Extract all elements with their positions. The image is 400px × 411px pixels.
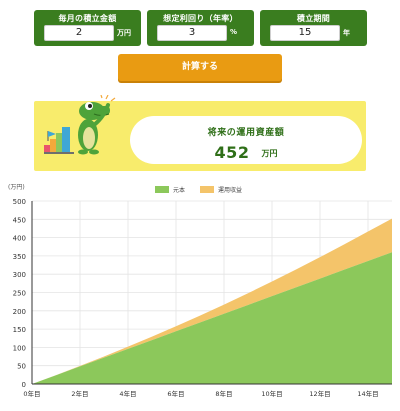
expected-return-input[interactable]: 3 xyxy=(157,25,227,41)
calculate-button[interactable]: 計算する xyxy=(118,54,282,81)
duration-label: 積立期間 xyxy=(296,14,331,23)
duration-input[interactable]: 15 xyxy=(270,25,340,41)
expected-return-card: 想定利回り（年率） 3 % xyxy=(147,10,254,46)
legend-label-1: 運用収益 xyxy=(218,186,242,194)
y-tick-label: 300 xyxy=(13,271,26,279)
legend-swatch-1 xyxy=(200,186,214,193)
duration-card: 積立期間 15 年 xyxy=(260,10,367,46)
asset-growth-chart: (万円) 元本 運用収益 0 50 100 150 200 250 300 350 400 450 500… xyxy=(8,184,392,398)
x-tick-label: 14年目 xyxy=(357,389,378,398)
expected-return-label: 想定利回り（年率） xyxy=(163,14,238,23)
x-tick-label: 4年目 xyxy=(119,389,136,398)
result-value-row: 452 万円 xyxy=(130,143,362,162)
y-tick-label: 500 xyxy=(13,198,26,206)
x-tick-label: 12年目 xyxy=(309,389,330,398)
x-tick-label: 10年目 xyxy=(261,389,282,398)
y-tick-label: 50 xyxy=(17,363,26,371)
y-tick-label: 100 xyxy=(13,344,26,352)
x-tick-label: 6年目 xyxy=(167,389,184,398)
monthly-amount-input[interactable]: 2 xyxy=(44,25,114,41)
result-pill: 将来の運用資産額 452 万円 xyxy=(130,116,362,164)
y-tick-label: 350 xyxy=(13,253,26,261)
x-tick-label: 0年目 xyxy=(23,389,40,398)
y-tick-label: 250 xyxy=(13,290,26,298)
x-tick-label: 2年目 xyxy=(71,389,88,398)
y-tick-label: 0 xyxy=(22,381,26,389)
y-tick-label: 450 xyxy=(13,216,26,224)
result-value: 452 xyxy=(214,143,250,162)
y-tick-label: 400 xyxy=(13,235,26,243)
legend-label-0: 元本 xyxy=(173,186,185,194)
expected-return-unit: % xyxy=(230,28,238,36)
legend-swatch-0 xyxy=(155,186,169,193)
crocodile-mascot-icon xyxy=(44,95,116,155)
monthly-amount-label: 毎月の積立金額 xyxy=(58,14,117,23)
monthly-amount-card: 毎月の積立金額 2 万円 xyxy=(34,10,141,46)
y-axis-unit-label: (万円) xyxy=(8,184,25,191)
monthly-amount-unit: 万円 xyxy=(117,29,131,37)
x-tick-label: 8年目 xyxy=(215,389,232,398)
y-tick-label: 150 xyxy=(13,326,26,334)
result-unit: 万円 xyxy=(261,149,278,158)
duration-unit: 年 xyxy=(343,29,350,37)
y-tick-label: 200 xyxy=(13,308,26,316)
result-title: 将来の運用資産額 xyxy=(207,128,285,138)
